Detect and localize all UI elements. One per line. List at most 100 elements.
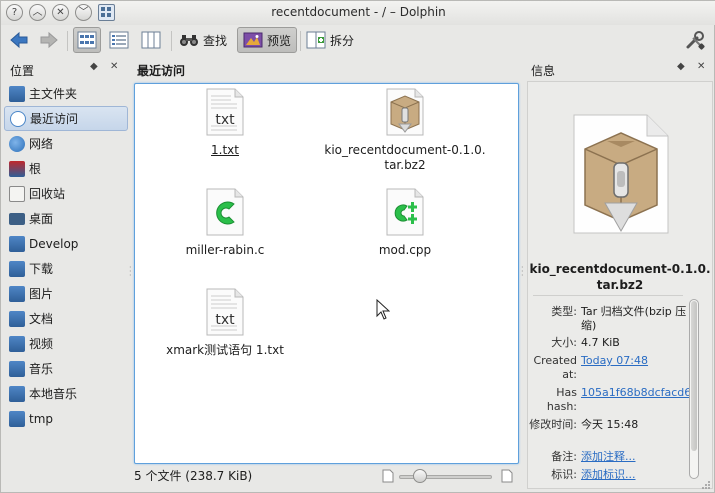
sidebar-item-label: 根 [29, 162, 42, 176]
places-list: 主文件夹最近访问网络根回收站 桌面 Develop 下载图片文档视频音乐 本地音乐 tmp [4, 81, 128, 431]
file-view[interactable]: txt 1.txt kio_recentdocument-0.1.0. tar.… [134, 83, 519, 464]
file-item[interactable]: miller-rabin.c [140, 188, 310, 258]
columns-view-button[interactable] [137, 27, 165, 53]
zoom-out-icon[interactable] [382, 469, 394, 483]
arrow-left-icon [10, 31, 28, 49]
sidebar-item[interactable]: 图片 [4, 281, 128, 306]
add-comment-link[interactable]: 添加注释... [581, 450, 689, 464]
preview-button[interactable]: 预览 [237, 27, 297, 53]
created-value-link[interactable]: Today 07:48 [581, 354, 689, 368]
music-folder-icon [9, 360, 25, 377]
sidebar-item-label: tmp [29, 411, 54, 426]
main-toolbar: 查找 预览 拆分 [1, 25, 715, 57]
comment-label: 备注: [551, 450, 577, 463]
places-panel-header: 位置 ◆ ✕ [4, 59, 128, 79]
info-file-name-line: tar.bz2 [596, 278, 644, 292]
forward-button[interactable] [37, 27, 61, 53]
splitter-handle[interactable]: · · · [129, 264, 132, 280]
content-header: 最近访问 [131, 59, 521, 79]
sidebar-item-label: 最近访问 [30, 112, 79, 126]
split-label: 拆分 [329, 33, 354, 48]
preview-icon [243, 32, 263, 48]
details-view-button[interactable] [105, 27, 133, 53]
file-item[interactable]: txt 1.txt [140, 88, 310, 158]
find-button[interactable]: 查找 [177, 27, 229, 53]
panel-float-icon[interactable]: ◆ [90, 61, 98, 72]
wrench-screwdriver-icon [686, 31, 705, 50]
toolbar-separator [67, 31, 68, 51]
splitter-handle[interactable]: · · · [521, 264, 524, 280]
status-text: 5 个文件 (238.7 KiB) [134, 469, 253, 483]
info-file-name: kio_recentdocument-0.1.0. tar.bz2 [527, 261, 713, 293]
videos-folder-icon [9, 335, 25, 352]
arrow-right-icon [40, 31, 58, 49]
archive-file-icon [386, 88, 424, 136]
add-tags-link[interactable]: 添加标识... [581, 468, 689, 482]
sidebar-item[interactable]: 最近访问 [4, 106, 128, 131]
sidebar-item[interactable]: 桌面 [4, 206, 128, 231]
configure-button[interactable] [681, 27, 709, 53]
scrollbar-thumb[interactable] [691, 301, 697, 451]
download-folder-icon [9, 260, 25, 277]
sidebar-item[interactable]: 主文件夹 [4, 81, 128, 106]
sidebar-item[interactable]: 下载 [4, 256, 128, 281]
info-file-name-line: kio_recentdocument-0.1.0. [529, 262, 711, 276]
resize-grip-icon[interactable] [700, 479, 712, 491]
split-view-icon [306, 31, 326, 49]
sidebar-item[interactable]: 视频 [4, 331, 128, 356]
hash-label: Has hash: [546, 386, 577, 413]
file-name: 1.txt [211, 143, 239, 157]
hash-value-link[interactable]: 105a1f68b8dcfacd6a [581, 386, 689, 400]
back-button[interactable] [7, 27, 31, 53]
file-item[interactable]: txt xmark测试语句 1.txt [140, 288, 310, 358]
file-icon-text: txt [215, 112, 235, 128]
local-music-folder-icon [9, 385, 25, 402]
file-item-selected[interactable]: kio_recentdocument-0.1.0. tar.bz2 [320, 88, 490, 173]
sidebar-item[interactable]: 文档 [4, 306, 128, 331]
sidebar-item-label: 视频 [29, 337, 54, 351]
sidebar-item[interactable]: 本地音乐 [4, 381, 128, 406]
info-divider [533, 295, 683, 296]
c-source-file-icon [206, 188, 244, 236]
binoculars-icon [179, 35, 198, 46]
location-title: 最近访问 [137, 64, 186, 78]
dolphin-window: ? ︿ ✕ ﹀ recentdocument - / – Dolphin 查找 … [0, 0, 715, 493]
type-label: 类型: [551, 305, 577, 318]
icons-view-icon [77, 31, 97, 49]
sidebar-item-label: 图片 [29, 287, 54, 301]
info-panel-header: 信息 ◆ ✕ [525, 59, 713, 79]
file-item[interactable]: mod.cpp [320, 188, 490, 258]
modified-value: 今天 15:48 [581, 418, 639, 431]
home-folder-icon [9, 85, 25, 102]
sidebar-item-label: 网络 [29, 137, 54, 151]
root-icon [9, 160, 25, 177]
sidebar-item-label: Develop [29, 236, 79, 251]
type-value: Tar 归档文件(bzip 压缩) [581, 305, 687, 332]
zoom-in-icon[interactable] [501, 469, 513, 483]
trash-icon [9, 185, 25, 202]
file-name: miller-rabin.c [185, 243, 265, 257]
documents-folder-icon [9, 310, 25, 327]
sidebar-item[interactable]: 音乐 [4, 356, 128, 381]
sidebar-item[interactable]: Develop [4, 231, 128, 256]
file-name: kio_recentdocument-0.1.0. tar.bz2 [320, 143, 490, 173]
title-bar: ? ︿ ✕ ﹀ recentdocument - / – Dolphin [1, 1, 715, 25]
toolbar-separator [300, 31, 301, 51]
sidebar-item[interactable]: 网络 [4, 131, 128, 156]
size-value: 4.7 KiB [581, 336, 620, 349]
info-scrollbar[interactable] [689, 299, 699, 479]
sidebar-item[interactable]: tmp [4, 406, 128, 431]
panel-close-icon[interactable]: ✕ [697, 61, 705, 72]
folder-icon [9, 235, 25, 252]
panel-close-icon[interactable]: ✕ [110, 61, 118, 72]
zoom-slider-handle[interactable] [413, 469, 427, 483]
icons-view-button[interactable] [73, 27, 101, 53]
split-button[interactable]: 拆分 [304, 27, 356, 53]
mouse-cursor-icon [376, 299, 390, 320]
modified-label: 修改时间: [529, 418, 577, 431]
sidebar-item[interactable]: 回收站 [4, 181, 128, 206]
panel-float-icon[interactable]: ◆ [677, 61, 685, 72]
sidebar-item[interactable]: 根 [4, 156, 128, 181]
toolbar-separator [171, 31, 172, 51]
info-panel-title: 信息 [531, 64, 556, 78]
